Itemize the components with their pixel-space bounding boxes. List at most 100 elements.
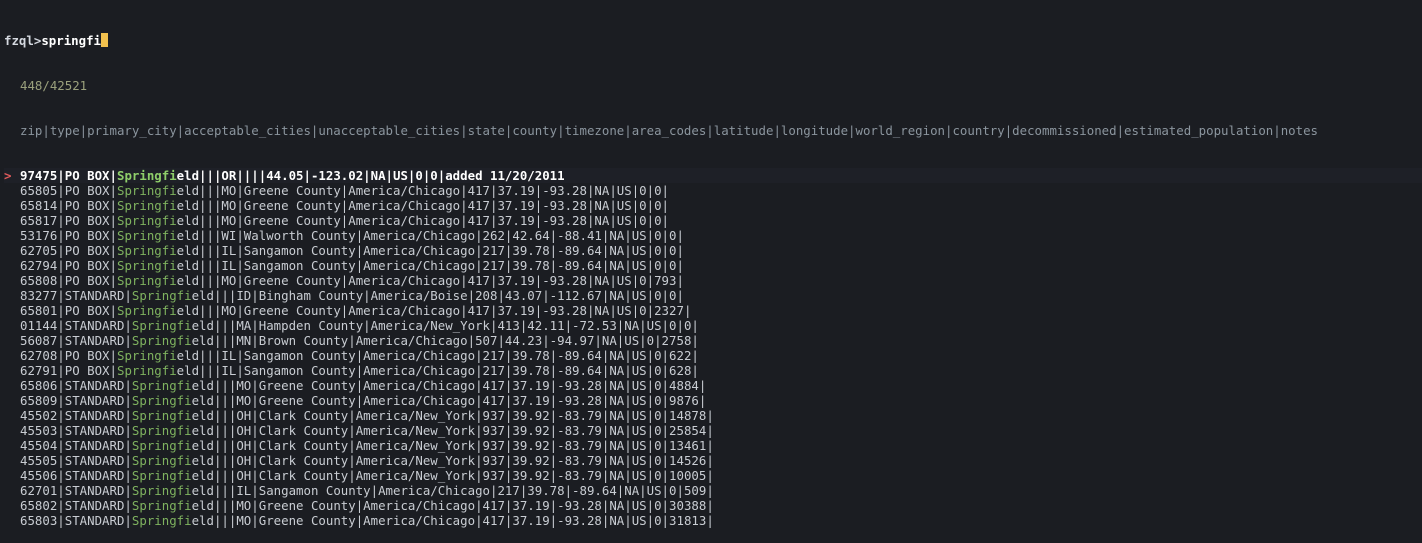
row-suffix: eld|||MO|Greene County|America/Chicago|4… <box>176 213 670 228</box>
row-prefix: 62705|PO BOX| <box>20 243 117 258</box>
result-row[interactable]: 65806|STANDARD| Springfi eld|||MO|Greene C… <box>4 378 1422 393</box>
match-highlight: Springfi <box>131 468 192 483</box>
match-highlight: Springfi <box>131 393 192 408</box>
row-gutter <box>4 498 20 513</box>
row-gutter <box>4 333 20 348</box>
row-suffix: eld|||MO|Greene County|America/Chicago|4… <box>191 378 707 393</box>
result-row[interactable]: 65803|STANDARD| Springfi eld|||MO|Greene C… <box>4 513 1422 528</box>
row-prefix: 65806|STANDARD| <box>20 378 132 393</box>
row-prefix: 97475|PO BOX| <box>20 168 117 183</box>
row-gutter <box>4 183 20 198</box>
row-suffix: eld|||IL|Sangamon County|America/Chicago… <box>176 348 699 363</box>
row-prefix: 83277|STANDARD| <box>20 288 132 303</box>
row-gutter <box>4 378 20 393</box>
match-highlight: Springfi <box>131 438 192 453</box>
row-prefix: 62791|PO BOX| <box>20 363 117 378</box>
row-suffix: eld|||MO|Greene County|America/Chicago|4… <box>176 198 670 213</box>
header-line: zip|type|primary_city|acceptable_cities|… <box>4 123 1422 138</box>
row-suffix: eld|||OH|Clark County|America/New_York|9… <box>191 438 714 453</box>
result-row[interactable]: 65802|STANDARD| Springfi eld|||MO|Greene C… <box>4 498 1422 513</box>
row-suffix: eld|||MO|Greene County|America/Chicago|4… <box>176 273 684 288</box>
row-prefix: 45504|STANDARD| <box>20 438 132 453</box>
row-suffix: eld|||MN|Brown County|America/Chicago|50… <box>191 333 699 348</box>
match-highlight: Springfi <box>131 288 192 303</box>
match-highlight: Springfi <box>131 453 192 468</box>
result-row[interactable]: 62794|PO BOX| Springfi eld|||IL|Sangamon C… <box>4 258 1422 273</box>
result-row[interactable]: 62705|PO BOX| Springfi eld|||IL|Sangamon C… <box>4 243 1422 258</box>
match-highlight: Springfi <box>131 423 192 438</box>
row-suffix: eld|||MO|Greene County|America/Chicago|4… <box>191 498 714 513</box>
result-row[interactable]: 45504|STANDARD| Springfi eld|||OH|Clark Co… <box>4 438 1422 453</box>
result-row[interactable]: 45506|STANDARD| Springfi eld|||OH|Clark Co… <box>4 468 1422 483</box>
match-highlight: Springfi <box>116 363 177 378</box>
row-gutter <box>4 258 20 273</box>
result-row[interactable]: 65814|PO BOX| Springfi eld|||MO|Greene Cou… <box>4 198 1422 213</box>
row-suffix: eld|||ID|Bingham County|America/Boise|20… <box>191 288 684 303</box>
row-suffix: eld|||OH|Clark County|America/New_York|9… <box>191 453 714 468</box>
result-row[interactable]: 62708|PO BOX| Springfi eld|||IL|Sangamon C… <box>4 348 1422 363</box>
row-gutter <box>4 483 20 498</box>
result-row[interactable]: 45502|STANDARD| Springfi eld|||OH|Clark Co… <box>4 408 1422 423</box>
row-suffix: eld|||IL|Sangamon County|America/Chicago… <box>191 483 714 498</box>
result-row[interactable]: 65801|PO BOX| Springfi eld|||MO|Greene Cou… <box>4 303 1422 318</box>
result-row[interactable]: 83277|STANDARD| Springfi eld|||ID|Bingham … <box>4 288 1422 303</box>
result-row[interactable]: 65817|PO BOX| Springfi eld|||MO|Greene Cou… <box>4 213 1422 228</box>
result-row[interactable]: 65808|PO BOX| Springfi eld|||MO|Greene Cou… <box>4 273 1422 288</box>
result-row[interactable]: 65805|PO BOX| Springfi eld|||MO|Greene Cou… <box>4 183 1422 198</box>
result-row[interactable]: 53176|PO BOX| Springfi eld|||WI|Walworth C… <box>4 228 1422 243</box>
query-input[interactable]: springfi <box>41 33 101 48</box>
result-row[interactable]: 56087|STANDARD| Springfi eld|||MN|Brown Co… <box>4 333 1422 348</box>
row-prefix: 65817|PO BOX| <box>20 213 117 228</box>
terminal-window: fzql> springfi 448/42521 zip|type|primary… <box>0 0 1422 543</box>
result-row[interactable]: 62791|PO BOX| Springfi eld|||IL|Sangamon C… <box>4 363 1422 378</box>
row-gutter <box>4 228 20 243</box>
row-prefix: 62794|PO BOX| <box>20 258 117 273</box>
prompt-line[interactable]: fzql> springfi <box>4 33 1422 48</box>
result-row[interactable]: 62701|STANDARD| Springfi eld|||IL|Sangamon… <box>4 483 1422 498</box>
result-row[interactable]: 45503|STANDARD| Springfi eld|||OH|Clark Co… <box>4 423 1422 438</box>
match-highlight: Springfi <box>116 243 177 258</box>
row-gutter <box>4 438 20 453</box>
result-row[interactable]: 65809|STANDARD| Springfi eld|||MO|Greene C… <box>4 393 1422 408</box>
result-row-selected[interactable]: >97475|PO BOX| Springfi eld|||OR||||44.05|… <box>4 168 1422 183</box>
prompt-label: fzql> <box>4 33 42 48</box>
selection-marker: > <box>4 168 12 183</box>
row-prefix: 56087|STANDARD| <box>20 333 132 348</box>
row-prefix: 65809|STANDARD| <box>20 393 132 408</box>
match-highlight: Springfi <box>131 408 192 423</box>
row-prefix: 65801|PO BOX| <box>20 303 117 318</box>
row-gutter <box>4 453 20 468</box>
text-cursor <box>101 33 108 47</box>
match-highlight: Springfi <box>116 213 177 228</box>
row-gutter <box>4 468 20 483</box>
match-count: 448/42521 <box>20 78 88 93</box>
row-suffix: eld|||MO|Greene County|America/Chicago|4… <box>191 513 714 528</box>
row-gutter <box>4 243 20 258</box>
row-gutter <box>4 198 20 213</box>
match-highlight: Springfi <box>116 183 177 198</box>
row-gutter <box>4 393 20 408</box>
match-highlight: Springfi <box>116 168 177 183</box>
result-row[interactable]: 45505|STANDARD| Springfi eld|||OH|Clark Co… <box>4 453 1422 468</box>
row-prefix: 01144|STANDARD| <box>20 318 132 333</box>
row-prefix: 45505|STANDARD| <box>20 453 132 468</box>
row-suffix: eld|||IL|Sangamon County|America/Chicago… <box>176 258 684 273</box>
match-highlight: Springfi <box>131 318 192 333</box>
row-suffix: eld|||WI|Walworth County|America/Chicago… <box>176 228 684 243</box>
row-suffix: eld|||OH|Clark County|America/New_York|9… <box>191 468 714 483</box>
row-gutter <box>4 363 20 378</box>
row-prefix: 65803|STANDARD| <box>20 513 132 528</box>
match-highlight: Springfi <box>116 198 177 213</box>
row-prefix: 45502|STANDARD| <box>20 408 132 423</box>
column-header: zip|type|primary_city|acceptable_cities|… <box>20 123 1319 138</box>
match-highlight: Springfi <box>131 483 192 498</box>
row-suffix: eld|||MA|Hampden County|America/New_York… <box>191 318 699 333</box>
row-suffix: eld|||OH|Clark County|America/New_York|9… <box>191 408 714 423</box>
row-suffix: eld|||OR||||44.05|-123.02|NA|US|0|0|adde… <box>176 168 565 183</box>
match-highlight: Springfi <box>131 333 192 348</box>
row-prefix: 65805|PO BOX| <box>20 183 117 198</box>
result-row[interactable]: 01144|STANDARD| Springfi eld|||MA|Hampden … <box>4 318 1422 333</box>
row-prefix: 65808|PO BOX| <box>20 273 117 288</box>
match-highlight: Springfi <box>116 303 177 318</box>
result-list[interactable]: >97475|PO BOX| Springfi eld|||OR||||44.05|… <box>4 168 1422 528</box>
